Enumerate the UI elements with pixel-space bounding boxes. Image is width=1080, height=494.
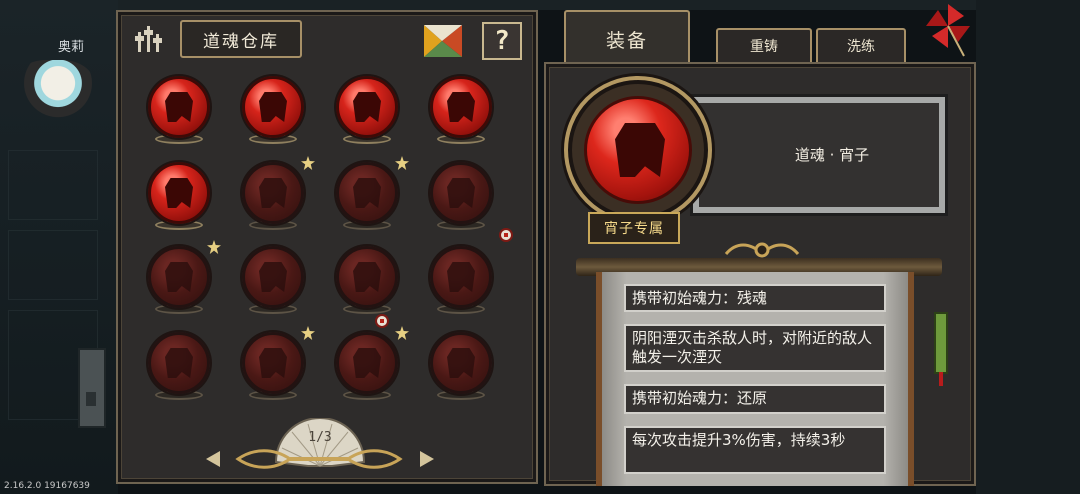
soul-orb-icon <box>430 76 492 138</box>
desc-line-1: 携带初始魂力：残魂 <box>624 284 886 312</box>
star-badge-icon <box>207 240 221 254</box>
soul-orb-icon <box>242 162 304 224</box>
soul-name: 道魂 · 宵子 <box>794 146 870 164</box>
soul-orb-icon <box>148 162 210 224</box>
soul-slot[interactable] <box>321 326 413 410</box>
npc-name: 奥莉 <box>58 40 85 55</box>
soul-orb-icon <box>336 332 398 394</box>
tuning-sliders-icon[interactable] <box>134 26 164 52</box>
storage-title: 道魂仓库 <box>180 20 302 58</box>
soul-orb-icon <box>336 76 398 138</box>
soul-orb-icon <box>336 162 398 224</box>
soul-slot[interactable] <box>415 70 507 154</box>
soul-orb-icon <box>148 332 210 394</box>
tab-refine[interactable]: 洗练 <box>816 28 906 64</box>
tangram-icon[interactable] <box>422 23 464 59</box>
prev-page-arrow-icon[interactable] <box>206 451 220 467</box>
next-page-arrow-icon[interactable] <box>420 451 434 467</box>
soul-orb-icon <box>430 246 492 308</box>
soul-orb-icon <box>242 332 304 394</box>
fan-ornament-icon <box>235 449 403 469</box>
desc-line-3: 携带初始魂力：还原 <box>624 384 886 414</box>
star-badge-icon <box>301 326 315 340</box>
soul-orb-icon <box>148 76 210 138</box>
star-badge-icon <box>395 156 409 170</box>
soul-slot[interactable] <box>227 156 319 240</box>
soul-orb-icon <box>242 76 304 138</box>
equipped-soul-orb-icon[interactable] <box>584 96 692 204</box>
pinwheel-icon[interactable] <box>924 2 972 58</box>
soul-slot[interactable] <box>321 156 413 240</box>
soul-slot[interactable] <box>227 240 319 324</box>
soul-orb-icon <box>430 162 492 224</box>
soul-slot[interactable] <box>133 240 225 324</box>
soul-slot[interactable] <box>415 156 513 242</box>
soul-orb-icon <box>148 246 210 308</box>
star-badge-icon <box>395 326 409 340</box>
soul-slot[interactable] <box>321 240 413 328</box>
soul-slot[interactable] <box>415 240 507 324</box>
soul-orb-icon <box>430 332 492 394</box>
door-sprite <box>78 348 106 428</box>
soul-slot[interactable] <box>133 70 225 154</box>
soul-slot[interactable] <box>227 326 319 410</box>
version-label: 2.16.2.0 19167639 <box>4 481 90 491</box>
desc-line-4: 每次攻击提升3%伤害，持续3秒 <box>624 426 886 474</box>
game-world-right <box>976 0 1080 494</box>
soul-orb-icon <box>242 246 304 308</box>
soul-slot[interactable] <box>133 156 225 240</box>
soul-slot[interactable] <box>415 326 507 410</box>
help-button[interactable]: ? <box>482 22 522 60</box>
game-world-top <box>118 0 978 10</box>
desc-line-2: 阴阳湮灭击杀敌人时，对附近的敌人触发一次湮灭 <box>624 324 886 372</box>
soul-slot[interactable] <box>321 70 413 154</box>
soul-orb-icon <box>336 246 398 308</box>
soul-grid <box>133 70 523 410</box>
exclusive-tag: 宵子专属 <box>588 212 680 244</box>
tab-equip[interactable]: 装备 <box>564 10 690 66</box>
soul-slot[interactable] <box>227 70 319 154</box>
page-indicator: 1/3 <box>308 430 332 445</box>
jade-tassel-icon <box>934 312 948 386</box>
npc-sprite <box>14 60 94 118</box>
star-badge-icon <box>301 156 315 170</box>
soul-slot[interactable] <box>133 326 225 410</box>
tab-reforge[interactable]: 重铸 <box>716 28 812 64</box>
